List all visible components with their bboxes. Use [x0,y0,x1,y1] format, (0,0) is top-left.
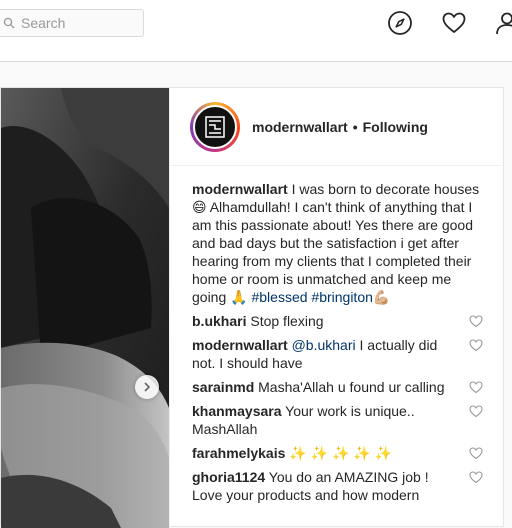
comment-text: Stop flexing [250,313,324,329]
search-box[interactable] [0,9,144,37]
comment-username[interactable]: sarainmd [192,379,254,395]
like-comment-heart-icon[interactable] [469,470,483,484]
comments-list: modernwallart I was born to decorate hou… [170,166,505,504]
comment-row: ghoria1124 You do an AMAZING job ! Love … [192,468,489,504]
comment-row: b.ukhari Stop flexing [192,312,489,330]
separator-dot: • [352,118,358,135]
post-card: modernwallart • Following modernwallart … [0,87,505,528]
comment-row: sarainmd Masha'Allah u found ur calling [192,378,489,396]
comment-username[interactable]: khanmaysara [192,403,282,419]
like-comment-heart-icon[interactable] [469,404,483,418]
post-caption: modernwallart I was born to decorate hou… [192,180,489,306]
post-sidebar: modernwallart • Following modernwallart … [169,88,505,528]
person-icon[interactable] [494,10,512,36]
search-icon [3,17,15,29]
top-navigation-bar [0,0,512,62]
post-header: modernwallart • Following [170,88,505,166]
like-comment-heart-icon[interactable] [469,446,483,460]
chevron-right-icon [144,382,151,392]
comment-text: ✨ ✨ ✨ ✨ ✨ [289,445,393,461]
comment-row: modernwallart @b.ukhari I actually did n… [192,336,489,372]
caption-username[interactable]: modernwallart [192,181,288,197]
hashtag-link[interactable]: #blessed [251,289,307,305]
next-photo-button[interactable] [135,375,159,399]
search-input[interactable] [21,15,131,31]
comment-username[interactable]: modernwallart [192,337,288,353]
comment-text: Masha'Allah u found ur calling [258,379,445,395]
mention-link[interactable]: @b.ukhari [292,337,356,353]
following-button[interactable]: Following [363,119,428,135]
flex-emoji: 💪🏼 [372,289,391,305]
caption-text: I was born to decorate houses 😄 Alhamdul… [192,181,480,305]
like-comment-heart-icon[interactable] [469,380,483,394]
comment-username[interactable]: ghoria1124 [192,469,265,485]
comment-username[interactable]: farahmelykais [192,445,285,461]
post-author-username[interactable]: modernwallart [252,119,348,135]
logo-icon [205,115,225,138]
like-comment-heart-icon[interactable] [469,314,483,328]
post-photo[interactable] [1,88,169,528]
comment-row: farahmelykais ✨ ✨ ✨ ✨ ✨ [192,444,489,462]
like-comment-heart-icon[interactable] [469,338,483,352]
heart-icon[interactable] [441,10,467,36]
comment-username[interactable]: b.ukhari [192,313,246,329]
photo-image [1,88,169,528]
compass-icon[interactable] [387,10,413,36]
hashtag-link[interactable]: #bringiton [311,289,373,305]
comment-row: khanmaysara Your work is unique.. MashAl… [192,402,489,438]
avatar[interactable] [190,101,240,152]
